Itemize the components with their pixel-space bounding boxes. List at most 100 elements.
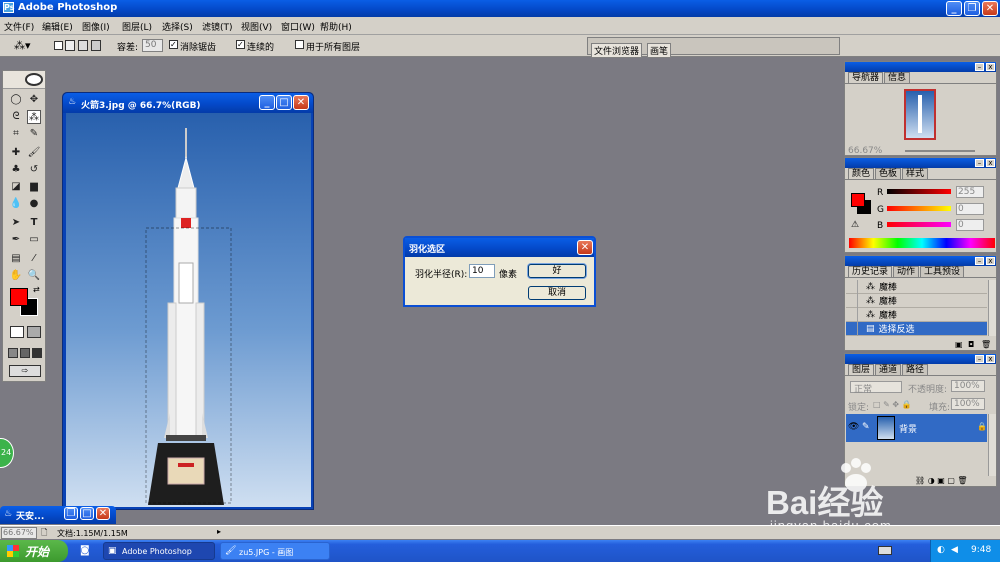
status-menu-arrow-icon[interactable]: ▸ [217, 527, 221, 536]
screen-mode-2-icon[interactable] [20, 348, 30, 358]
document-minimize-button[interactable]: _ [259, 95, 275, 110]
tab-history[interactable]: 历史记录 [848, 266, 893, 277]
history-item[interactable]: ⁂ 魔棒 [846, 279, 987, 294]
menu-file[interactable]: 文件(F) [4, 20, 34, 33]
network-icon[interactable]: ◐ [937, 545, 945, 555]
history-item[interactable]: ⁂ 魔棒 [846, 307, 987, 322]
blur-tool-icon[interactable]: 💧 [9, 197, 23, 211]
tab-navigator[interactable]: 导航器 [848, 72, 884, 83]
quickmask-mode-icon[interactable] [27, 326, 41, 338]
eraser-tool-icon[interactable]: ◪ [9, 180, 23, 194]
shape-tool-icon[interactable]: ▭ [27, 233, 41, 247]
tab-styles[interactable]: 样式 [902, 168, 929, 179]
type-tool-icon[interactable]: T [27, 216, 41, 230]
menu-image[interactable]: 图像(I) [82, 20, 110, 33]
color-b-slider[interactable] [887, 222, 951, 227]
taskbar-item-paint[interactable]: 🖌 zu5.JPG - 画图 [220, 542, 330, 560]
dodge-tool-icon[interactable]: ● [27, 197, 41, 211]
history-item-selected[interactable]: ▤ 选择反选 [846, 321, 987, 336]
antialias-checkbox[interactable]: ✓ [169, 40, 178, 49]
tab-color[interactable]: 颜色 [848, 168, 875, 179]
status-zoom-input[interactable]: 66.67% [1, 527, 37, 539]
foreground-color-swatch[interactable] [10, 288, 28, 306]
fill-input[interactable]: 100% [951, 398, 985, 410]
start-button[interactable]: 开始 [0, 540, 68, 562]
gradient-tool-icon[interactable]: ▆ [27, 180, 41, 194]
selection-add-icon[interactable] [65, 40, 75, 51]
history-scrollbar[interactable] [988, 280, 996, 336]
document-maximize-button[interactable]: □ [276, 95, 292, 110]
minimized-window[interactable]: ♨ 天安... ❐ □ ✕ [0, 506, 116, 524]
tab-swatches[interactable]: 色板 [875, 168, 902, 179]
color-fg-swatch[interactable] [851, 193, 865, 207]
brushes-tab[interactable]: 画笔 [647, 43, 672, 58]
close-button[interactable]: ✕ [982, 1, 998, 16]
green-badge[interactable]: 24 [0, 438, 14, 468]
menu-edit[interactable]: 编辑(E) [42, 20, 73, 33]
minimize-button[interactable]: _ [946, 1, 962, 16]
taskbar-item-photoshop[interactable]: ▣ Adobe Photoshop [103, 542, 215, 560]
minimized-maximize-button[interactable]: □ [80, 507, 94, 520]
stamp-tool-icon[interactable]: ♣ [9, 163, 23, 177]
history-trash-icon[interactable]: 🗑 [981, 340, 991, 349]
move-tool-icon[interactable]: ✥ [27, 93, 41, 107]
history-close-icon[interactable]: x [986, 257, 995, 265]
marquee-tool-icon[interactable]: ◯ [9, 93, 23, 107]
minimized-restore-button[interactable]: ❐ [64, 507, 78, 520]
color-close-icon[interactable]: x [986, 159, 995, 167]
layers-close-icon[interactable]: x [986, 355, 995, 363]
document-close-button[interactable]: ✕ [293, 95, 309, 110]
menu-window[interactable]: 窗口(W) [281, 20, 315, 33]
crop-tool-icon[interactable]: ⌗ [9, 127, 23, 141]
cancel-button[interactable]: 取消 [528, 286, 586, 300]
color-g-value[interactable]: 0 [956, 203, 984, 215]
tab-tool-presets[interactable]: 工具预设 [920, 266, 965, 277]
eyedropper-tool-icon[interactable]: ⁄ [27, 252, 41, 266]
menu-view[interactable]: 视图(V) [241, 20, 272, 33]
selection-subtract-icon[interactable] [78, 40, 88, 51]
healing-tool-icon[interactable]: ✚ [9, 146, 23, 160]
history-brush-icon[interactable]: ↺ [27, 163, 41, 177]
eye-icon[interactable]: 👁 [848, 422, 859, 432]
volume-icon[interactable]: ◀ [951, 545, 958, 555]
tab-channels[interactable]: 通道 [875, 364, 902, 375]
blend-mode-select[interactable]: 正常 [850, 381, 902, 395]
restore-button[interactable]: ❐ [964, 1, 980, 16]
menu-help[interactable]: 帮助(H) [320, 20, 352, 33]
navigator-minimize-icon[interactable]: – [975, 63, 984, 71]
screen-mode-1-icon[interactable] [8, 348, 18, 358]
color-b-value[interactable]: 0 [956, 219, 984, 231]
magic-wand-tool-icon[interactable]: ⁂ [27, 110, 41, 124]
lasso-tool-icon[interactable]: ᘓ [9, 110, 23, 124]
lock-icons[interactable]: □ ✎ ✥ 🔒 [873, 400, 912, 409]
tab-paths[interactable]: 路径 [902, 364, 929, 375]
zoom-tool-icon[interactable]: 🔍 [27, 269, 41, 283]
swap-colors-icon[interactable]: ⇄ [33, 285, 40, 294]
color-r-slider[interactable] [887, 189, 951, 194]
ok-button[interactable]: 好 [528, 264, 586, 278]
keyboard-icon[interactable] [878, 546, 892, 555]
pen-tool-icon[interactable]: ✒ [9, 233, 23, 247]
opacity-input[interactable]: 100% [951, 380, 985, 392]
hand-tool-icon[interactable]: ✋ [9, 269, 23, 283]
tab-info[interactable]: 信息 [884, 72, 911, 83]
standard-mode-icon[interactable] [10, 326, 24, 338]
navigator-zoom-slider[interactable] [905, 150, 975, 152]
history-item[interactable]: ⁂ 魔棒 [846, 293, 987, 308]
navigator-zoom-value[interactable]: 66.67% [848, 146, 882, 156]
color-g-slider[interactable] [887, 206, 951, 211]
navigator-close-icon[interactable]: x [986, 63, 995, 71]
color-spectrum[interactable] [849, 238, 995, 248]
file-browser-tab[interactable]: 文件浏览器 [591, 43, 643, 58]
layers-minimize-icon[interactable]: – [975, 355, 984, 363]
tab-layers[interactable]: 图层 [848, 364, 875, 375]
adobe-eye-icon[interactable] [25, 73, 43, 86]
snapshot-icon[interactable]: ◘ [968, 340, 974, 349]
history-minimize-icon[interactable]: – [975, 257, 984, 265]
layers-scrollbar[interactable] [988, 414, 996, 476]
path-select-icon[interactable]: ➤ [9, 216, 23, 230]
layer-row-background[interactable]: 👁 ✎ 背景 🔒 [846, 414, 987, 442]
selection-new-icon[interactable] [54, 41, 63, 50]
minimized-close-button[interactable]: ✕ [96, 507, 110, 520]
imageready-jump-icon[interactable]: ⇨ [9, 365, 41, 377]
